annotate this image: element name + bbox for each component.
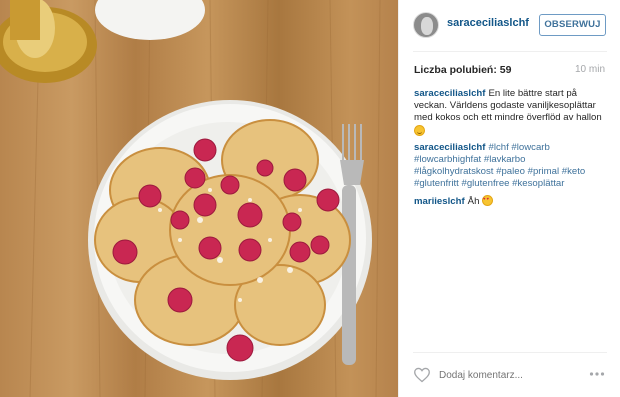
hashtag-link[interactable]: #primal: [528, 166, 559, 177]
post-timestamp[interactable]: 10 min: [575, 64, 605, 75]
likes-label: Liczba polubień:: [414, 64, 497, 76]
pancakes-photo-image: [0, 0, 381, 397]
hashtag-link[interactable]: #glutenfree: [461, 178, 509, 189]
likes-count: 59: [499, 64, 512, 76]
header-divider: [413, 51, 607, 52]
username-link[interactable]: saraceciliaslchf: [447, 17, 529, 29]
post-photo[interactable]: [0, 0, 398, 397]
smile-emoji-icon: [414, 124, 425, 136]
hashtag-link[interactable]: #glutenfritt: [414, 178, 459, 189]
add-comment-input[interactable]: [439, 370, 559, 381]
likes-summary[interactable]: Liczba polubień: 59: [414, 64, 511, 76]
comment-text: Åh: [467, 195, 480, 207]
hashtag-link[interactable]: #lågkolhydratskost: [414, 166, 493, 177]
hashtag-link[interactable]: #lowcarbhighfat: [414, 154, 481, 165]
post-header: saraceciliaslchf OBSERWUJ: [399, 0, 620, 52]
caption-comment: saraceciliaslchf En lite bättre start på …: [414, 88, 606, 138]
hashtag-link[interactable]: #lowcarb: [511, 142, 549, 153]
hashtag-link[interactable]: #keto: [562, 166, 585, 177]
footer-divider: [413, 352, 607, 353]
post-side-panel: saraceciliaslchf OBSERWUJ Liczba polubie…: [398, 0, 620, 397]
comment-author-link[interactable]: mariieslchf: [414, 196, 465, 207]
hashtag-link[interactable]: #kesoplättar: [512, 178, 564, 189]
follow-button[interactable]: OBSERWUJ: [539, 14, 606, 36]
heart-eyes-emoji-icon: [482, 194, 494, 206]
more-options-icon[interactable]: [589, 369, 605, 379]
heart-outline-icon[interactable]: [413, 367, 431, 383]
comment-item: mariieslchf Åh: [414, 194, 606, 208]
comments-list: saraceciliaslchf En lite bättre start på …: [414, 88, 606, 212]
hashtag-link[interactable]: #lchf: [488, 142, 508, 153]
hashtags-author-link[interactable]: saraceciliaslchf: [414, 142, 485, 153]
hashtag-link[interactable]: #lavkarbo: [484, 154, 526, 165]
avatar[interactable]: [413, 12, 439, 38]
caption-author-link[interactable]: saraceciliaslchf: [414, 88, 485, 99]
hashtags-comment: saraceciliaslchf #lchf #lowcarb #lowcarbh…: [414, 142, 606, 191]
hashtag-link[interactable]: #paleo: [496, 166, 525, 177]
